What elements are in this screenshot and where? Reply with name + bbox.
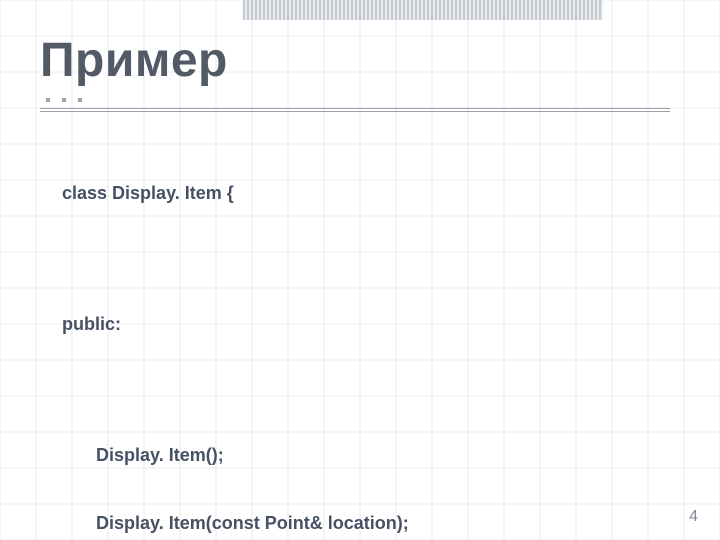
code-line: Display. Item(); bbox=[62, 444, 670, 467]
title-block: Пример bbox=[40, 36, 670, 112]
slide-title: Пример bbox=[40, 36, 670, 92]
decorative-dots bbox=[40, 94, 670, 108]
slide-content: Пример class Display. Item { public: Dis… bbox=[0, 0, 720, 540]
code-line: class Display. Item { bbox=[62, 182, 670, 205]
code-line: public: bbox=[62, 313, 670, 336]
page-number: 4 bbox=[689, 508, 698, 526]
code-block: class Display. Item { public: Display. I… bbox=[62, 136, 670, 540]
code-line: Display. Item(const Point& location); bbox=[62, 512, 670, 535]
